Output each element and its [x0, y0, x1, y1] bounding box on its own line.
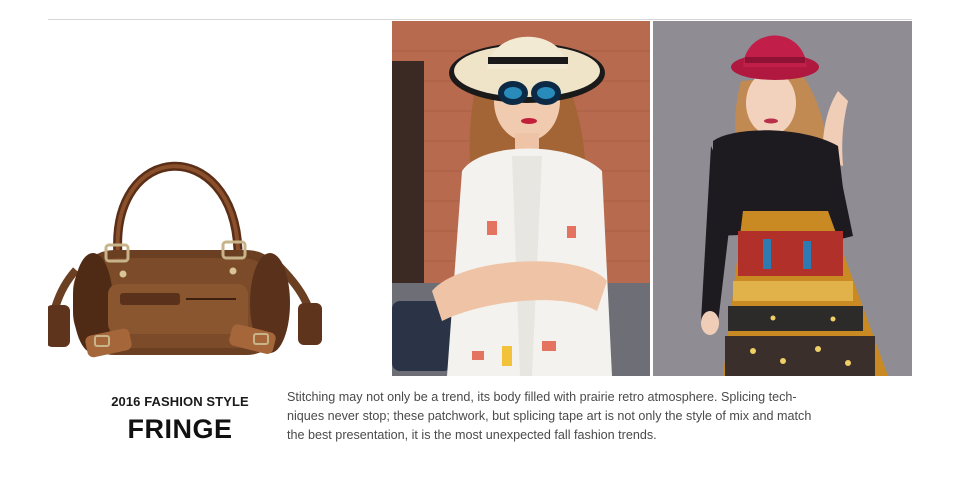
caption-title: FRINGE — [127, 414, 233, 444]
product-image-handbag — [48, 20, 390, 376]
description-line: niques never stop; these patchwork, but … — [287, 409, 812, 423]
caption-block: 2016 FASHION STYLE FRINGE — [95, 393, 265, 445]
description-line: the best presentation, it is the most un… — [287, 428, 657, 442]
caption-subtitle: 2016 FASHION STYLE — [111, 394, 249, 409]
description-line: Stitching may not only be a trend, its b… — [287, 390, 797, 404]
description-paragraph: Stitching may not only be a trend, its b… — [287, 388, 867, 445]
model-photo-white-hat — [392, 21, 650, 376]
model-photo-red-hat — [653, 21, 912, 376]
